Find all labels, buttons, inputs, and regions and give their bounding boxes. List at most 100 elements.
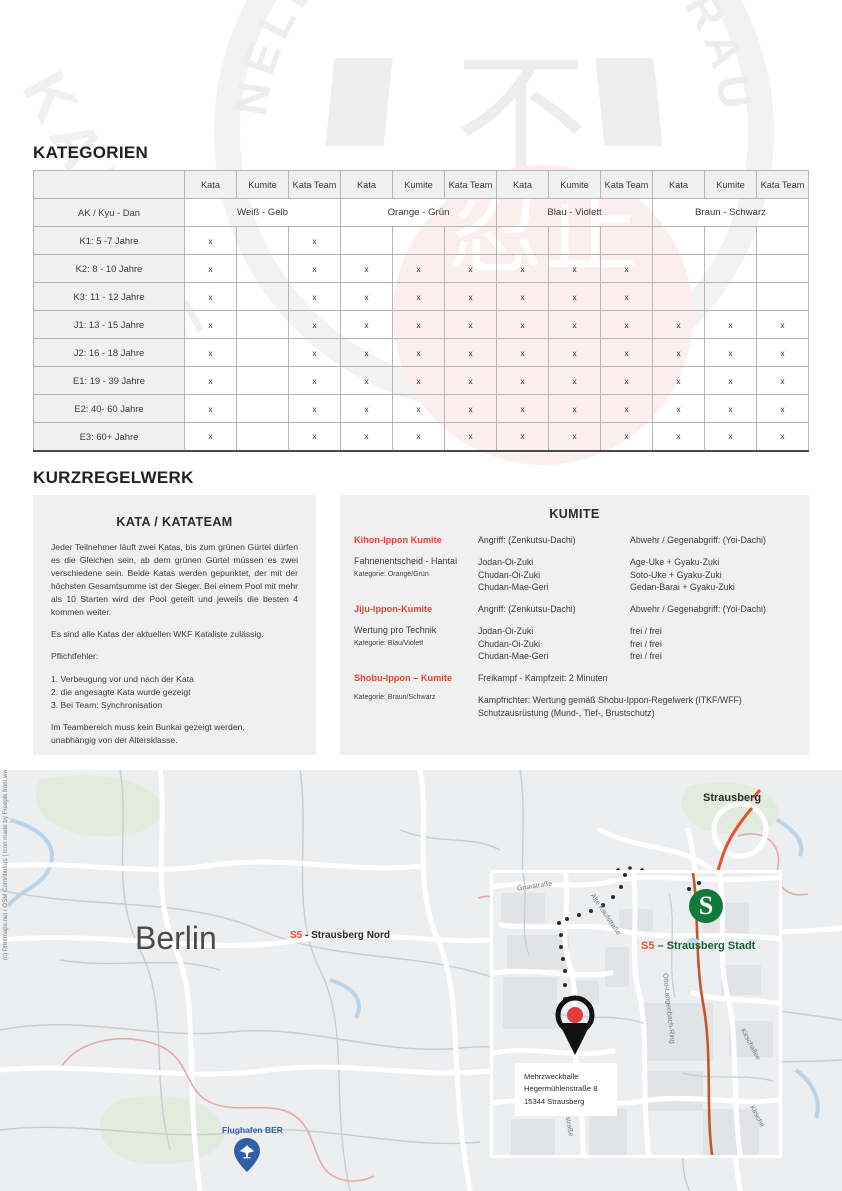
map-airport-label: Flughafen BER xyxy=(222,1125,283,1135)
cell-3-8: x xyxy=(548,282,601,311)
cell-8-2 xyxy=(236,422,289,452)
kumite-attack-line-1: Jodan-Oi-Zuki xyxy=(478,557,534,567)
kumite-defense-line-1: Age-Uke + Gyaku-Zuki xyxy=(630,557,720,567)
discipline-header-7: Kata xyxy=(496,170,549,199)
kumite-kategorie: Kategorie: Orange/Grün xyxy=(354,571,429,578)
kata-paragraph-1: Jeder Teilnehmer läuft zwei Katas, bis z… xyxy=(51,542,298,618)
cell-2-10 xyxy=(652,254,705,283)
s5-stadt-prefix: S5 xyxy=(641,940,655,952)
cell-7-7: x xyxy=(496,394,549,423)
kata-paragraph-2: Es sind alle Katas der aktuellen WKF Kat… xyxy=(51,629,264,640)
overview-map[interactable]: Berlin Strausberg S5 - Strausberg Nord F… xyxy=(0,770,842,1191)
kata-paragraph-4: Im Teambereich muss kein Bunkai gezeigt … xyxy=(51,721,298,747)
kumite-defense-line-2: frei / frei xyxy=(630,638,662,649)
age-class-label: J2: 16 - 18 Jahre xyxy=(33,338,185,367)
cell-1-9 xyxy=(600,226,653,255)
kumite-block-list: Kihon-Ippon Kumite Fahnenentscheid - Hant… xyxy=(354,535,795,729)
map-s5-nord-label: S5 - Strausberg Nord xyxy=(290,930,390,941)
belt-group-2: Orange - Grün xyxy=(340,198,497,227)
cell-1-3: x xyxy=(288,226,341,255)
s5-stadt-rest: – Strausberg Stadt xyxy=(654,940,756,952)
cell-6-7: x xyxy=(496,366,549,395)
cell-5-11: x xyxy=(704,338,757,367)
cell-4-5: x xyxy=(392,310,445,339)
cell-6-5: x xyxy=(392,366,445,395)
cell-1-6 xyxy=(444,226,497,255)
age-class-label: K2: 8 - 10 Jahre xyxy=(33,254,185,283)
cell-8-6: x xyxy=(444,422,497,452)
watermark-arc-label: NELLES KARATE STRAU xyxy=(224,0,757,119)
discipline-header-4: Kata xyxy=(340,170,393,199)
cell-3-7: x xyxy=(496,282,549,311)
cell-8-3: x xyxy=(288,422,341,452)
kata-rules-panel: KATA / KATATEAM Jeder Teilnehmer läuft z… xyxy=(33,495,316,755)
discipline-header-5: Kumite xyxy=(392,170,445,199)
cell-7-8: x xyxy=(548,394,601,423)
kumite-block-spacer xyxy=(354,596,795,604)
cell-6-11: x xyxy=(704,366,757,395)
cell-3-10 xyxy=(652,282,705,311)
cell-8-5: x xyxy=(392,422,445,452)
cell-5-6: x xyxy=(444,338,497,367)
cell-5-2 xyxy=(236,338,289,367)
cell-1-2 xyxy=(236,226,289,255)
cell-7-1: x xyxy=(184,394,237,423)
kata-paragraph-4-line2: unabhängig von der Altersklasse. xyxy=(51,734,178,745)
kumite-attack-header: Angriff: (Zenkutsu-Dachi) xyxy=(478,535,576,545)
table-corner-cell xyxy=(33,170,185,199)
cell-1-8 xyxy=(548,226,601,255)
cell-5-9: x xyxy=(600,338,653,367)
kumite-attack-header: Angriff: (Zenkutsu-Dachi) xyxy=(478,603,576,614)
kata-fault-3: 3. Bei Team: Synchronisation xyxy=(51,699,163,710)
cell-3-11 xyxy=(704,282,757,311)
address-line-2: Hegermühlenstraße 8 xyxy=(524,1084,598,1094)
cell-5-1: x xyxy=(184,338,237,367)
cell-8-1: x xyxy=(184,422,237,452)
cell-2-11 xyxy=(704,254,757,283)
kumite-panel-title: KUMITE xyxy=(549,507,600,521)
table-header-row: Kata Kumite Kata Team Kata Kumite Kata Team Ka… xyxy=(33,170,809,199)
cell-3-3: x xyxy=(288,282,341,311)
cell-4-6: x xyxy=(444,310,497,339)
table-row: K3: 11 - 12 Jahre x x x x x x x x xyxy=(33,282,809,311)
cell-2-4: x xyxy=(340,254,393,283)
kumite-defense-col: Abwehr / Gegenabgriff: (Yoi-Dachi) Age-Uk… xyxy=(630,535,795,594)
cell-4-10: x xyxy=(652,310,705,339)
kumite-attack-line-1: Kampfrichter: Wertung gemäß Shobu-Ippon-… xyxy=(478,694,742,705)
kumite-attack-col: Angriff: (Zenkutsu-Dachi) Jodan-Oi-Zuki Ch… xyxy=(478,604,630,663)
cell-5-7: x xyxy=(496,338,549,367)
cell-4-9: x xyxy=(600,310,653,339)
cell-7-6: x xyxy=(444,394,497,423)
cell-3-12 xyxy=(756,282,809,311)
inset-map[interactable]: S S5 – Strausberg Stadt Grunstraße Alte K… xyxy=(490,870,782,1158)
cell-7-2 xyxy=(236,394,289,423)
kumite-block-left-col: Shobu-Ippon – Kumite Kategorie: Braun/Sch… xyxy=(354,673,478,719)
age-class-label: E2: 40- 60 Jahre xyxy=(33,394,185,423)
kumite-attack-line-3: Chudan-Mae-Geri xyxy=(478,582,549,593)
cell-7-5: x xyxy=(392,394,445,423)
kumite-defense-line-2: Soto-Uke + Gyaku-Zuki xyxy=(630,569,722,580)
cell-6-3: x xyxy=(288,366,341,395)
cell-5-12: x xyxy=(756,338,809,367)
table-row: E1: 19 - 39 Jahre x x x x x x x x x x x xyxy=(33,366,809,395)
kumite-attack-line-2: Chudan-Oi-Zuki xyxy=(478,569,541,580)
table-row: K1: 5 -7 Jahre x x xyxy=(33,226,809,255)
cell-5-8: x xyxy=(548,338,601,367)
kata-paragraph-3: Pflichtfehler: xyxy=(51,651,99,662)
cell-1-5 xyxy=(392,226,445,255)
kumite-block-2: Jiju-Ippon-Kumite Wertung pro Technik Kate… xyxy=(354,604,795,663)
cell-4-7: x xyxy=(496,310,549,339)
kata-paragraph-4-line1: Im Teambereich muss kein Bunkai gezeigt … xyxy=(51,721,245,732)
kategorien-table: Kata Kumite Kata Team Kata Kumite Kata Team Ka… xyxy=(33,170,809,452)
kumite-block-left-col: Jiju-Ippon-Kumite Wertung pro Technik Kate… xyxy=(354,604,478,663)
cell-6-1: x xyxy=(184,366,237,395)
kumite-block-spacer xyxy=(354,665,795,673)
kumite-heading: Jiju-Ippon-Kumite xyxy=(354,603,433,614)
cell-1-12 xyxy=(756,226,809,255)
cell-1-7 xyxy=(496,226,549,255)
address-line-3: 15344 Strausberg xyxy=(524,1096,585,1106)
table-belt-row: AK / Kyu - Dan Weiß - Gelb Orange - Grün B… xyxy=(33,198,809,227)
s5-nord-rest: - Strausberg Nord xyxy=(302,930,391,941)
cell-2-1: x xyxy=(184,254,237,283)
cell-7-9: x xyxy=(600,394,653,423)
